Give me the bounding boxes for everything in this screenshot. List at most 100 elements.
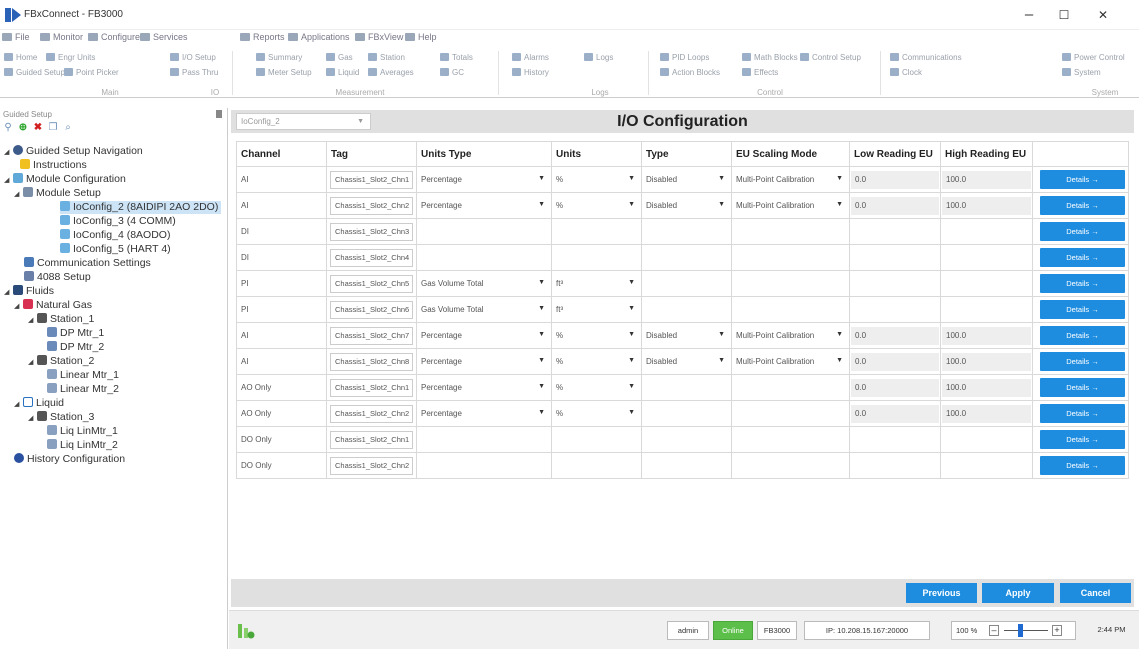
type-dropdown[interactable]: Disabled ▼ — [641, 192, 732, 219]
ribbon-guided-setup-button[interactable]: Guided Setup — [4, 68, 65, 77]
units-dropdown[interactable]: % ▼ — [551, 166, 642, 193]
units-type-dropdown[interactable]: Percentage ▼ — [416, 348, 552, 375]
menu-reports[interactable]: Reports — [240, 32, 285, 42]
tree-item-dp-mtr-1[interactable]: DP Mtr_1 — [47, 327, 104, 340]
eu-scaling-mode-dropdown[interactable]: Multi-Point Calibration ▼ — [731, 322, 850, 349]
details-button[interactable]: Details → — [1040, 222, 1125, 241]
collapse-arrow-icon[interactable]: ◢ — [28, 356, 37, 369]
ribbon-station-button[interactable]: Station — [368, 53, 405, 62]
units-type-dropdown[interactable]: Gas Volume Total ▼ — [416, 270, 552, 297]
high-reading-input[interactable]: 100.0 — [942, 196, 1031, 215]
tree-item-station-3[interactable]: ◢ Station_3 — [28, 411, 94, 424]
ribbon-clock-button[interactable]: Clock — [890, 68, 922, 77]
maximize-button[interactable]: ☐ — [1049, 5, 1079, 25]
copy-icon[interactable]: ❐ — [48, 123, 58, 133]
low-reading-input[interactable]: 0.0 — [851, 170, 939, 189]
units-type-dropdown[interactable]: Percentage ▼ — [416, 192, 552, 219]
eu-scaling-mode-dropdown[interactable]: Multi-Point Calibration ▼ — [731, 348, 850, 375]
details-button[interactable]: Details → — [1040, 196, 1125, 215]
details-button[interactable]: Details → — [1040, 404, 1125, 423]
collapse-arrow-icon[interactable]: ◢ — [28, 314, 37, 327]
collapse-arrow-icon[interactable]: ◢ — [4, 286, 13, 299]
add-icon[interactable]: ⊕ — [18, 123, 28, 133]
tree-item-history-configuration[interactable]: History Configuration — [14, 453, 125, 466]
units-type-dropdown[interactable]: Percentage ▼ — [416, 374, 552, 401]
low-reading-input[interactable]: 0.0 — [851, 378, 939, 397]
tree-item-module-setup[interactable]: ◢ Module Setup — [14, 187, 101, 200]
tree-item-station-1[interactable]: ◢ Station_1 — [28, 313, 94, 326]
details-button[interactable]: Details → — [1040, 378, 1125, 397]
tree-item-communication-settings[interactable]: Communication Settings — [24, 257, 151, 270]
tree-item-ioconfig-3[interactable]: IoConfig_3 (4 COMM) — [60, 215, 176, 228]
menu-help[interactable]: Help — [405, 32, 437, 42]
low-reading-input[interactable]: 0.0 — [851, 326, 939, 345]
ribbon-action-blocks-button[interactable]: Action Blocks — [660, 68, 720, 77]
find-icon[interactable]: ⌕ — [63, 123, 73, 133]
ribbon-history-button[interactable]: History — [512, 68, 549, 77]
tree-item-linear-mtr-2[interactable]: Linear Mtr_2 — [47, 383, 119, 396]
collapse-arrow-icon[interactable]: ◢ — [14, 398, 23, 411]
low-reading-input[interactable]: 0.0 — [851, 352, 939, 371]
menu-file[interactable]: File — [2, 32, 30, 42]
zoom-slider-thumb[interactable] — [1018, 624, 1023, 637]
tag-input[interactable]: Chassis1_Slot2_Chn8 — [330, 352, 413, 371]
menu-monitor[interactable]: Monitor — [40, 32, 83, 42]
ribbon-meter-setup-button[interactable]: Meter Setup — [256, 68, 312, 77]
tag-input[interactable]: Chassis1_Slot2_Chn5 — [330, 274, 413, 293]
type-dropdown[interactable]: Disabled ▼ — [641, 322, 732, 349]
units-dropdown[interactable]: % ▼ — [551, 374, 642, 401]
previous-button[interactable]: Previous — [906, 583, 977, 603]
low-reading-input[interactable]: 0.0 — [851, 404, 939, 423]
collapse-arrow-icon[interactable]: ◢ — [28, 412, 37, 425]
tree-item-liq-linmtr-1[interactable]: Liq LinMtr_1 — [47, 425, 118, 438]
ribbon-summary-button[interactable]: Summary — [256, 53, 302, 62]
ribbon-power-control-button[interactable]: Power Control — [1062, 53, 1125, 62]
type-dropdown[interactable]: Disabled ▼ — [641, 348, 732, 375]
tag-input[interactable]: Chassis1_Slot2_Chn2 — [330, 196, 413, 215]
high-reading-input[interactable]: 100.0 — [942, 378, 1031, 397]
units-dropdown[interactable]: % ▼ — [551, 322, 642, 349]
apply-button[interactable]: Apply — [982, 583, 1054, 603]
ribbon-pid-loops-button[interactable]: PID Loops — [660, 53, 709, 62]
ribbon-logs-button[interactable]: Logs — [584, 53, 613, 62]
type-dropdown[interactable]: Disabled ▼ — [641, 166, 732, 193]
high-reading-input[interactable]: 100.0 — [942, 326, 1031, 345]
zoom-in-button[interactable]: + — [1052, 625, 1062, 636]
tree-item-station-2[interactable]: ◢ Station_2 — [28, 355, 94, 368]
close-button[interactable]: ✕ — [1088, 5, 1118, 25]
ribbon-gc-button[interactable]: GC — [440, 68, 464, 77]
high-reading-input[interactable]: 100.0 — [942, 352, 1031, 371]
zoom-out-button[interactable]: – — [989, 625, 999, 636]
units-dropdown[interactable]: ft³ ▼ — [551, 296, 642, 323]
tree-item-liq-linmtr-2[interactable]: Liq LinMtr_2 — [47, 439, 118, 452]
units-dropdown[interactable]: % ▼ — [551, 400, 642, 427]
tree-item-natural-gas[interactable]: ◢ Natural Gas — [14, 299, 92, 312]
eu-scaling-mode-dropdown[interactable]: Multi-Point Calibration ▼ — [731, 192, 850, 219]
ribbon-io-setup-button[interactable]: I/O Setup — [170, 53, 216, 62]
tag-input[interactable]: Chassis1_Slot2_Chn6 — [330, 300, 413, 319]
units-dropdown[interactable]: % ▼ — [551, 192, 642, 219]
menu-services[interactable]: Services — [140, 32, 188, 42]
details-button[interactable]: Details → — [1040, 300, 1125, 319]
high-reading-input[interactable]: 100.0 — [942, 170, 1031, 189]
ribbon-system-button[interactable]: System — [1062, 68, 1101, 77]
menu-applications[interactable]: Applications — [288, 32, 350, 42]
tree-item-4088-setup[interactable]: 4088 Setup — [24, 271, 91, 284]
tree-item-ioconfig-2[interactable]: IoConfig_2 (8AIDIPI 2AO 2DO) — [60, 201, 222, 214]
menu-configure[interactable]: Configure — [88, 32, 140, 42]
tag-input[interactable]: Chassis1_Slot2_Chn7 — [330, 326, 413, 345]
delete-icon[interactable]: ✖ — [33, 123, 43, 133]
units-type-dropdown[interactable]: Percentage ▼ — [416, 166, 552, 193]
collapse-arrow-icon[interactable]: ◢ — [4, 146, 13, 159]
ribbon-totals-button[interactable]: Totals — [440, 53, 473, 62]
details-button[interactable]: Details → — [1040, 248, 1125, 267]
ribbon-gas-button[interactable]: Gas — [326, 53, 353, 62]
tree-item-linear-mtr-1[interactable]: Linear Mtr_1 — [47, 369, 119, 382]
ribbon-communications-button[interactable]: Communications — [890, 53, 962, 62]
collapse-arrow-icon[interactable]: ◢ — [14, 300, 23, 313]
tree-item-instructions[interactable]: Instructions — [20, 159, 87, 172]
tag-input[interactable]: Chassis1_Slot2_Chn1 — [330, 430, 413, 449]
ribbon-control-setup-button[interactable]: Control Setup — [800, 53, 861, 62]
minimize-button[interactable]: – — [1014, 5, 1044, 25]
details-button[interactable]: Details → — [1040, 430, 1125, 449]
